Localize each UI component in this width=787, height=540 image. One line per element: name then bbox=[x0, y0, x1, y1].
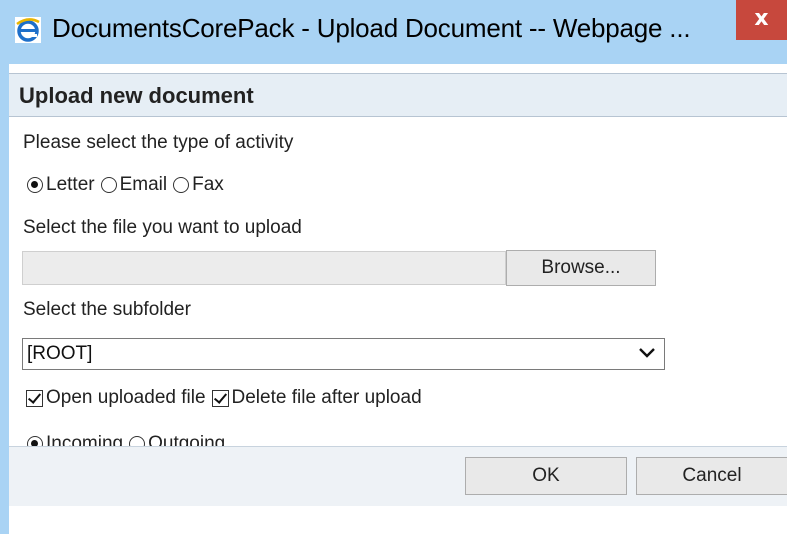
radio-letter-label: Letter bbox=[46, 174, 95, 195]
subfolder-selected-value: [ROOT] bbox=[27, 343, 93, 364]
window-frame bbox=[0, 64, 9, 534]
activity-type-label: Please select the type of activity bbox=[23, 132, 294, 153]
radio-fax-label: Fax bbox=[192, 174, 224, 195]
close-button[interactable]: x bbox=[736, 0, 787, 40]
delete-after-upload-option[interactable]: Delete file after upload bbox=[211, 387, 422, 409]
upload-dialog: Upload new document Please select the ty… bbox=[9, 64, 787, 534]
radio-letter[interactable]: Letter bbox=[27, 174, 95, 196]
open-uploaded-file-option[interactable]: Open uploaded file bbox=[26, 387, 206, 409]
radio-fax-control[interactable] bbox=[173, 177, 190, 193]
radio-email-label: Email bbox=[119, 174, 168, 195]
radio-email-control[interactable] bbox=[100, 177, 117, 193]
subfolder-select[interactable]: [ROOT] bbox=[22, 338, 665, 370]
file-path-field[interactable] bbox=[22, 251, 506, 285]
dialog-footer: OK Cancel bbox=[9, 446, 787, 506]
subfolder-label: Select the subfolder bbox=[23, 299, 191, 320]
radio-letter-control[interactable] bbox=[27, 177, 43, 193]
ok-button[interactable]: OK bbox=[465, 457, 627, 495]
window-titlebar[interactable]: DocumentsCorePack - Upload Document -- W… bbox=[0, 0, 787, 64]
open-uploaded-file-label: Open uploaded file bbox=[46, 387, 206, 408]
dialog-header: Upload new document bbox=[9, 73, 787, 117]
radio-email[interactable]: Email bbox=[100, 174, 168, 196]
open-uploaded-file-checkbox[interactable] bbox=[26, 389, 43, 407]
delete-after-upload-checkbox[interactable] bbox=[211, 389, 229, 407]
radio-fax[interactable]: Fax bbox=[173, 174, 224, 196]
browse-button[interactable]: Browse... bbox=[506, 250, 656, 286]
file-upload-label: Select the file you want to upload bbox=[23, 217, 302, 238]
delete-after-upload-label: Delete file after upload bbox=[231, 387, 422, 408]
dialog-title: Upload new document bbox=[19, 83, 254, 108]
chevron-down-icon bbox=[639, 348, 655, 358]
internet-explorer-icon bbox=[14, 16, 42, 44]
activity-type-group: Letter Email Fax bbox=[27, 174, 230, 196]
cancel-button[interactable]: Cancel bbox=[636, 457, 787, 495]
window-title: DocumentsCorePack - Upload Document -- W… bbox=[52, 13, 691, 43]
upload-options-group: Open uploaded file Delete file after upl… bbox=[26, 387, 428, 409]
